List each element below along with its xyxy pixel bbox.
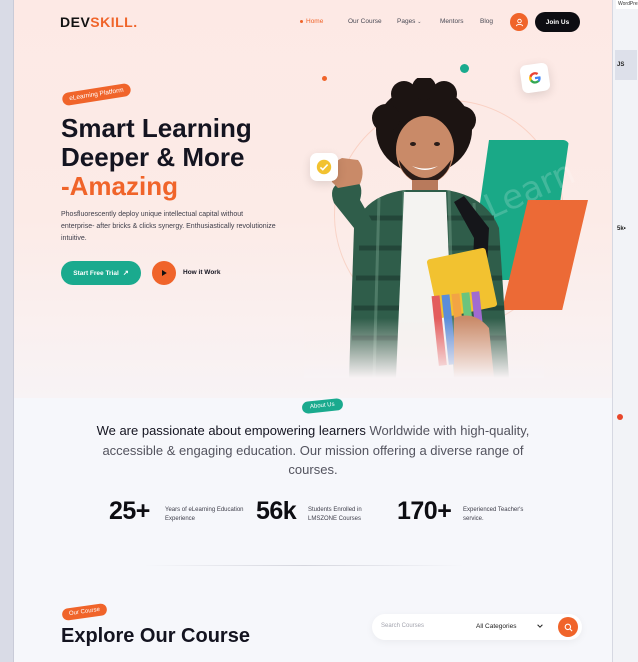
category-select[interactable]: All Categories bbox=[476, 623, 516, 630]
about-us-badge: About Us bbox=[301, 397, 344, 415]
play-video-button[interactable] bbox=[152, 261, 176, 285]
search-input[interactable]: Search Courses bbox=[381, 623, 424, 629]
landing-page: DEVSKILL. Home Our Course Pages ⌄ Mentor… bbox=[14, 0, 612, 662]
site-logo[interactable]: DEVSKILL. bbox=[60, 14, 138, 30]
join-us-button[interactable]: Join Us bbox=[535, 12, 580, 32]
hero-description: Phosfluorescently deploy unique intellec… bbox=[61, 211, 276, 242]
nav-our-course[interactable]: Our Course bbox=[348, 18, 382, 25]
logo-dot: . bbox=[133, 14, 138, 30]
start-free-trial-label: Start Free Trial bbox=[73, 269, 119, 277]
logo-accent: SKILL bbox=[90, 14, 134, 30]
hero-section: DEVSKILL. Home Our Course Pages ⌄ Mentor… bbox=[14, 0, 612, 398]
stat-label-teachers: Experienced Teacher's service. bbox=[463, 507, 524, 522]
our-course-badge: Our Course bbox=[61, 602, 108, 622]
stat-label-years: Years of eLearning Education Experience bbox=[165, 507, 244, 522]
arrow-up-right-icon: ↗ bbox=[122, 270, 129, 277]
stat-value-students: 56k bbox=[256, 497, 297, 525]
adjacent-window-title: WordPres bbox=[616, 0, 638, 9]
nav-blog[interactable]: Blog bbox=[480, 18, 493, 25]
student-illustration bbox=[304, 78, 544, 378]
stat-label-students: Students Enrolled in LMSZONE Courses bbox=[308, 507, 362, 522]
mission-statement: We are passionate about empowering learn… bbox=[84, 421, 542, 480]
adjacent-window-text: 5k• bbox=[617, 226, 626, 232]
hero-title-line3: -Amazing bbox=[61, 171, 178, 201]
adjacent-window-dot bbox=[617, 414, 623, 420]
how-it-work-link[interactable]: How it Work bbox=[183, 269, 220, 276]
user-account-button[interactable] bbox=[510, 13, 528, 31]
chevron-down-icon: ⌄ bbox=[417, 19, 422, 25]
search-button[interactable] bbox=[558, 617, 578, 637]
start-free-trial-button[interactable]: Start Free Trial ↗ bbox=[61, 261, 141, 285]
mission-strong-text: We are passionate about empowering learn… bbox=[96, 423, 366, 438]
explore-course-title: Explore Our Course bbox=[61, 625, 250, 647]
stat-value-years: 25+ bbox=[109, 497, 150, 525]
user-icon bbox=[515, 18, 523, 26]
browser-left-edge bbox=[0, 0, 14, 662]
nav-pages[interactable]: Pages ⌄ bbox=[397, 18, 421, 25]
hero-title-line2: Deeper & More bbox=[61, 142, 245, 172]
chevron-down-icon[interactable] bbox=[536, 622, 544, 630]
checkmark-badge-card bbox=[310, 153, 338, 181]
logo-main: DEV bbox=[60, 14, 91, 30]
hero-title: Smart Learning Deeper & More -Amazing bbox=[61, 114, 252, 201]
hero-badge: eLearning Platform bbox=[61, 82, 132, 107]
adjacent-window-text: JS bbox=[617, 62, 625, 68]
stat-value-teachers: 170+ bbox=[397, 497, 452, 525]
check-circle-icon bbox=[316, 159, 332, 175]
nav-mentors[interactable]: Mentors bbox=[440, 18, 463, 25]
google-badge-card bbox=[519, 62, 551, 94]
course-search-bar: Search Courses All Categories bbox=[372, 614, 582, 640]
hero-title-line1: Smart Learning bbox=[61, 113, 252, 143]
decorative-dot bbox=[460, 64, 469, 73]
play-icon bbox=[162, 269, 167, 277]
nav-home[interactable]: Home bbox=[299, 18, 323, 25]
section-divider bbox=[144, 565, 464, 566]
nav-pages-label: Pages bbox=[397, 18, 416, 25]
adjacent-window-edge: WordPres JS 5k• bbox=[612, 0, 638, 662]
search-icon bbox=[564, 623, 572, 631]
google-icon bbox=[529, 72, 541, 84]
